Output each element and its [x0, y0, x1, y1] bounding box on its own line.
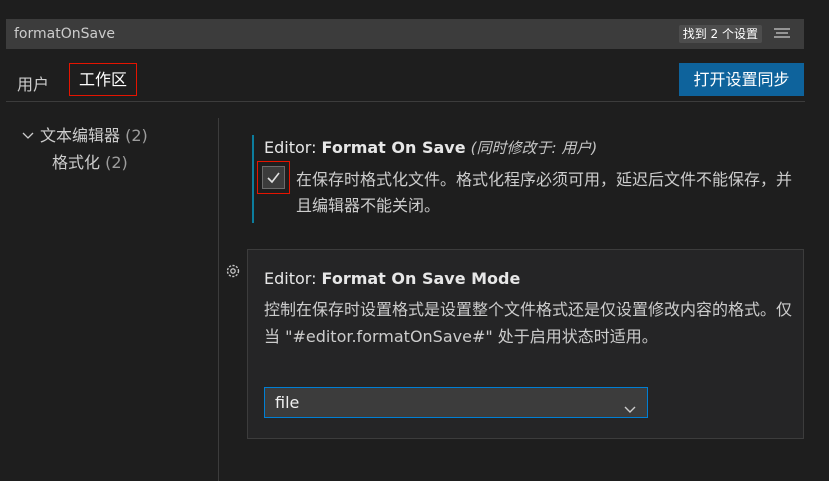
toc-item-label: 格式化 [52, 153, 101, 172]
search-input[interactable]: formatOnSave [14, 26, 115, 42]
chevron-down-icon [623, 396, 637, 413]
gear-icon[interactable] [224, 262, 242, 280]
settings-editor: formatOnSave 找到 2 个设置 用户 工作区 打开设置同步 文本编辑… [0, 0, 829, 481]
tabs-divider [6, 101, 805, 102]
setting-title: Editor: Format On Save Mode [264, 269, 520, 288]
toc-item-count: (2) [125, 126, 148, 145]
setting-name: Format On Save Mode [321, 269, 521, 288]
sash-divider[interactable] [218, 118, 219, 481]
select-value: file [275, 393, 300, 412]
setting-name: Format On Save [321, 138, 466, 157]
result-count-badge: 找到 2 个设置 [678, 25, 762, 43]
turn-on-settings-sync-button[interactable]: 打开设置同步 [679, 63, 804, 96]
format-on-save-mode-select[interactable]: file [264, 387, 648, 418]
toc-item-count: (2) [105, 153, 128, 172]
filter-lines-icon[interactable] [772, 26, 792, 42]
setting-category: Editor: [264, 138, 322, 157]
format-on-save-checkbox[interactable] [262, 166, 285, 189]
modified-indicator [252, 135, 254, 223]
setting-format-on-save: Editor: Format On Save (同时修改于: 用户) 在保存时格… [252, 135, 812, 223]
setting-description: 在保存时格式化文件。格式化程序必须可用，延迟后文件不能保存，并且编辑器不能关闭。 [296, 170, 793, 215]
toc-item-text-editor[interactable]: 文本编辑器 (2) [22, 122, 148, 146]
toc-item-label: 文本编辑器 [40, 126, 121, 145]
setting-format-on-save-mode: Editor: Format On Save Mode 控制在保存时设置格式是设… [247, 249, 804, 439]
chevron-down-icon[interactable] [22, 130, 40, 145]
modified-elsewhere-note[interactable]: (同时修改于: 用户) [471, 139, 598, 157]
setting-category: Editor: [264, 269, 322, 288]
checkbox-highlight [257, 161, 290, 194]
toc-item-formatting[interactable]: 格式化 (2) [52, 149, 128, 173]
setting-description: 控制在保存时设置格式是设置整个文件格式还是仅设置修改内容的格式。仅当 "#edi… [264, 300, 793, 346]
check-icon [267, 172, 280, 184]
tab-workspace[interactable]: 工作区 [69, 63, 137, 96]
setting-title: Editor: Format On Save (同时修改于: 用户) [264, 137, 597, 158]
search-bar[interactable]: formatOnSave 找到 2 个设置 [6, 19, 804, 49]
tab-user[interactable]: 用户 [15, 68, 51, 98]
